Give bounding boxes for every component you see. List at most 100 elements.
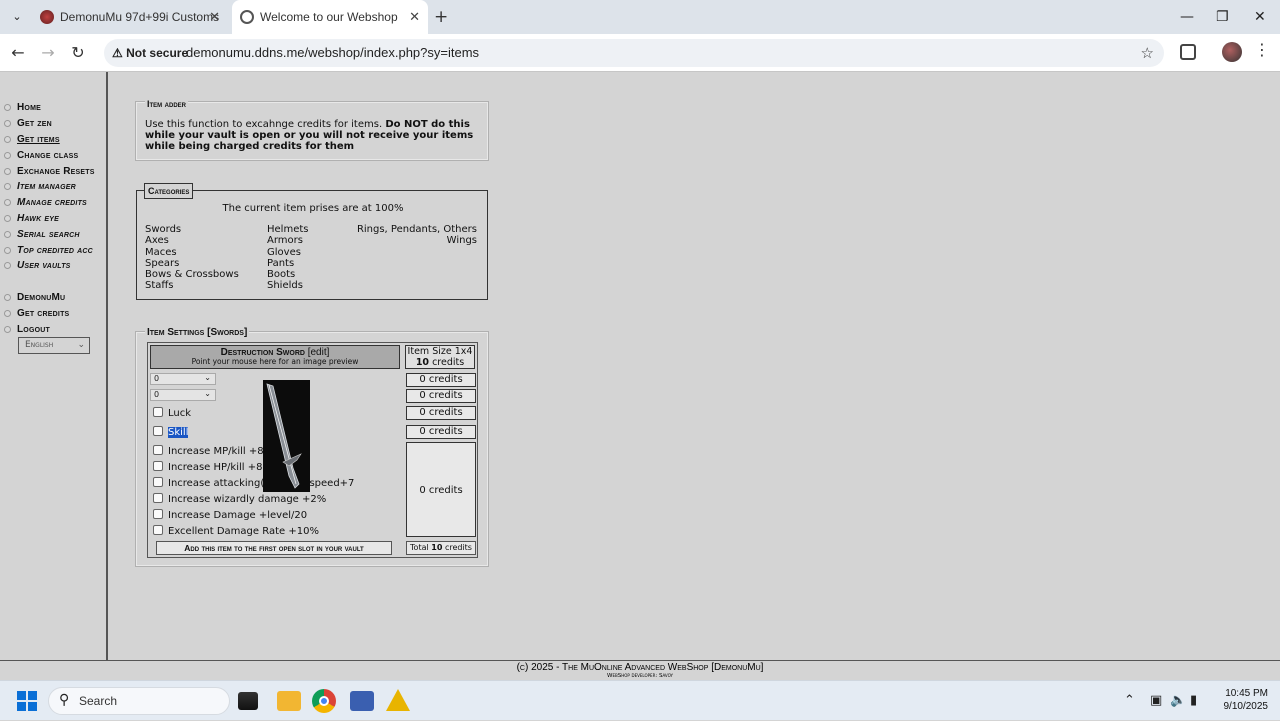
sidebar-item-label: User vaults — [17, 260, 71, 272]
category-link[interactable]: Rings, Pendants, Others — [357, 224, 477, 235]
warning-app-icon[interactable] — [386, 689, 410, 711]
base-credits-value: 10 — [415, 357, 430, 368]
language-select[interactable]: English ⌄ — [18, 337, 90, 354]
category-link[interactable]: Bows & Crossbows — [145, 269, 239, 280]
category-link[interactable]: Helmets — [267, 224, 308, 235]
app-icon[interactable] — [350, 691, 374, 711]
bookmark-star-icon[interactable]: ☆ — [1141, 39, 1154, 67]
sidebar-item-exchange-resets[interactable]: Exchange Resets — [4, 163, 95, 179]
close-window-icon[interactable]: ✕ — [1254, 0, 1266, 34]
reload-icon[interactable]: ↻ — [66, 41, 90, 65]
option-checkbox[interactable] — [153, 492, 163, 503]
sidebar-item-manage-credits[interactable]: Manage credits — [4, 195, 95, 211]
option-checkbox[interactable] — [153, 444, 163, 455]
new-tab-plus-icon[interactable]: + — [434, 0, 448, 34]
back-arrow-icon[interactable]: ← — [6, 41, 30, 65]
profile-avatar[interactable] — [1222, 42, 1242, 62]
sidebar-item-user-vaults[interactable]: User vaults — [4, 258, 95, 274]
category-link[interactable]: Spears — [145, 258, 239, 269]
chrome-icon[interactable] — [312, 689, 336, 713]
item-name-bar[interactable]: Destruction Sword [edit] Point your mous… — [150, 345, 400, 369]
category-link[interactable]: Axes — [145, 235, 239, 246]
demon-favicon-icon — [40, 10, 54, 24]
windows-start-icon[interactable] — [17, 691, 37, 711]
item-adder-heading: Item adder — [145, 99, 188, 109]
kebab-menu-icon[interactable]: ⋮ — [1254, 40, 1270, 59]
file-explorer-icon[interactable] — [277, 691, 301, 711]
skill-label: Skill — [168, 427, 189, 438]
sidebar-item-label: Get credits — [17, 307, 70, 319]
option-checkbox[interactable] — [153, 476, 163, 487]
restore-icon[interactable]: ❐ — [1216, 0, 1229, 34]
category-link[interactable]: Pants — [267, 258, 308, 269]
add-to-vault-button[interactable]: Add this item to the first open slot in … — [156, 541, 392, 555]
category-link[interactable]: Swords — [145, 224, 239, 235]
level-select[interactable]: 0 ⌄ — [150, 373, 216, 385]
excellent-option: Increase MP/kill +8 — [153, 444, 264, 457]
not-secure-indicator[interactable]: ⚠ Not secure — [112, 39, 188, 67]
task-view-icon[interactable] — [238, 692, 258, 710]
option-checkbox[interactable] — [153, 460, 163, 471]
total-value: 10 — [431, 543, 443, 552]
sidebar-item-demonumu[interactable]: DemonuMu — [4, 290, 95, 306]
system-clock[interactable]: 10:45 PM 9/10/2025 — [1208, 687, 1269, 713]
category-link[interactable]: Wings — [357, 235, 477, 246]
extensions-puzzle-icon[interactable] — [1180, 44, 1196, 60]
bullet-icon — [4, 246, 11, 254]
select-value: 0 — [154, 374, 160, 383]
total-credits-button[interactable]: Total 10 credits — [406, 541, 476, 555]
skill-option: Skill — [153, 425, 189, 438]
close-tab-icon[interactable]: ✕ — [209, 0, 220, 34]
browser-tab-2-active[interactable]: Welcome to our Webshop ✕ — [232, 0, 428, 34]
network-icon[interactable]: ▣ — [1150, 681, 1162, 721]
battery-icon[interactable]: ▮ — [1190, 681, 1197, 721]
item-settings-heading: Item Settings [Swords] — [145, 327, 250, 338]
option-checkbox[interactable] — [153, 508, 163, 519]
sidebar-item-logout[interactable]: Logout — [4, 321, 95, 337]
credits-word: credits — [432, 357, 465, 368]
url-text[interactable]: demonumu.ddns.me/webshop/index.php?sy=it… — [186, 39, 479, 67]
option-label: Increase wizardly damage +2% — [168, 494, 327, 505]
luck-credits: 0 credits — [406, 406, 476, 420]
sidebar-item-get-items[interactable]: Get items — [4, 132, 95, 148]
weapons-column: Swords Axes Maces Spears Bows & Crossbow… — [145, 224, 239, 292]
category-link[interactable]: Staffs — [145, 280, 239, 291]
copyright-text: (c) 2025 - The MuOnline Advanced WebShop… — [516, 662, 764, 673]
sidebar-menu: Home Get zen Get items Change class Exch… — [4, 100, 95, 337]
sidebar-item-label: Exchange Resets — [17, 165, 95, 177]
minimize-icon[interactable]: — — [1180, 0, 1194, 34]
tray-overflow-chevron-icon[interactable]: ⌃ — [1124, 681, 1135, 721]
taskbar-search[interactable]: ⚲ Search — [48, 687, 230, 715]
sidebar-item-change-class[interactable]: Change class — [4, 147, 95, 163]
option-checkbox[interactable] — [153, 524, 163, 535]
bullet-icon — [4, 135, 11, 143]
close-tab-icon[interactable]: ✕ — [409, 0, 420, 34]
category-link[interactable]: Gloves — [267, 247, 308, 258]
volume-icon[interactable]: 🔈 — [1170, 681, 1186, 721]
category-link[interactable]: Boots — [267, 269, 308, 280]
category-link[interactable]: Maces — [145, 247, 239, 258]
item-size-box: Item Size 1x4 10 credits — [405, 345, 475, 369]
sidebar-item-serial-search[interactable]: Serial search — [4, 226, 95, 242]
luck-checkbox[interactable] — [153, 406, 163, 417]
credits-word: credits — [444, 543, 472, 552]
sidebar-item-get-credits[interactable]: Get credits — [4, 306, 95, 322]
forward-arrow-icon[interactable]: → — [36, 41, 60, 65]
sidebar-item-hawk-eye[interactable]: Hawk eye — [4, 211, 95, 227]
tab-search-chevron-icon[interactable]: ⌄ — [6, 6, 28, 28]
option-select[interactable]: 0 ⌄ — [150, 389, 216, 401]
skill-checkbox[interactable] — [153, 425, 163, 436]
luck-label: Luck — [168, 408, 192, 419]
category-link[interactable]: Shields — [267, 280, 308, 291]
category-link[interactable]: Armors — [267, 235, 308, 246]
windows-taskbar: ⚲ Search ⌃ ▣ 🔈 ▮ 10:45 PM 9/10/2025 — [0, 680, 1280, 720]
sidebar-item-top-credited[interactable]: Top credited acc — [4, 242, 95, 258]
sidebar-item-item-manager[interactable]: Item manager — [4, 179, 95, 195]
item-adder-panel: Item adder Use this function to excahnge… — [135, 99, 489, 161]
omnibox[interactable]: ⚠ Not secure demonumu.ddns.me/webshop/in… — [104, 39, 1164, 67]
browser-tab-1[interactable]: DemonuMu 97d+99i Customs ✕ — [32, 0, 228, 34]
excellent-option: Excellent Damage Rate +10% — [153, 524, 319, 537]
excellent-option: Increase Damage +level/20 — [153, 508, 307, 521]
sidebar-item-get-zen[interactable]: Get zen — [4, 116, 95, 132]
sidebar-item-home[interactable]: Home — [4, 100, 95, 116]
